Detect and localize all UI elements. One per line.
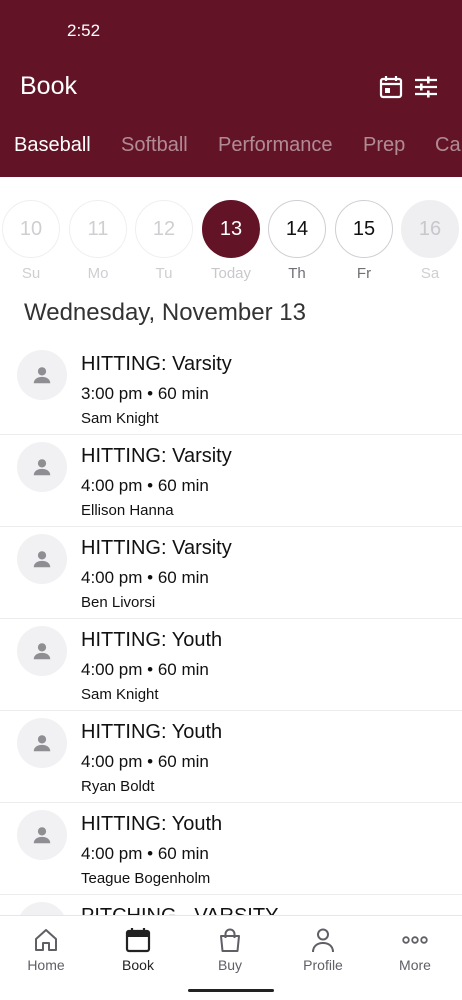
- list-item[interactable]: HITTING: Varsity 4:00 pm • 60 min Elliso…: [0, 435, 462, 527]
- avatar: [17, 718, 67, 768]
- day-label: Su: [21, 265, 41, 282]
- person-icon: [33, 643, 51, 660]
- session-time: 3:00 pm • 60 min: [81, 384, 209, 403]
- nav-profile[interactable]: Profile: [277, 926, 369, 973]
- session-coach: Ryan Boldt: [81, 778, 155, 795]
- day-number: 14: [268, 200, 326, 258]
- list-item[interactable]: HITTING: Youth 4:00 pm • 60 min Teague B…: [0, 803, 462, 895]
- nav-home[interactable]: Home: [0, 926, 92, 973]
- session-time: 4:00 pm • 60 min: [81, 844, 209, 863]
- session-time: 4:00 pm • 60 min: [81, 660, 209, 679]
- avatar: [17, 902, 67, 915]
- day-number: 13: [202, 200, 260, 258]
- calendar-icon: [125, 928, 151, 953]
- person-icon: [33, 367, 51, 384]
- tab-baseball[interactable]: Baseball: [14, 134, 91, 157]
- session-coach: Sam Knight: [81, 686, 159, 703]
- session-time: 4:00 pm • 60 min: [81, 568, 209, 587]
- nav-label: Home: [27, 957, 65, 973]
- day-label: Today: [210, 265, 252, 282]
- session-name: HITTING: Youth: [81, 629, 223, 651]
- list-item[interactable]: PITCHING - VARSITY: [0, 895, 462, 915]
- day-monday: 11 Mo: [68, 200, 128, 282]
- tab-prep[interactable]: Prep: [363, 134, 405, 157]
- day-number: 15: [335, 200, 393, 258]
- list-item[interactable]: HITTING: Varsity 4:00 pm • 60 min Ben Li…: [0, 527, 462, 619]
- list-item[interactable]: HITTING: Varsity 3:00 pm • 60 min Sam Kn…: [0, 343, 462, 435]
- avatar: [17, 442, 67, 492]
- list-item[interactable]: HITTING: Youth 4:00 pm • 60 min Sam Knig…: [0, 619, 462, 711]
- day-label: Tu: [155, 265, 173, 282]
- day-picker: 10 Su 11 Mo 12 Tu 13 Today 14 Th 15 Fr 1…: [0, 200, 462, 286]
- session-name: HITTING: Youth: [81, 721, 223, 743]
- nav-more[interactable]: More: [369, 926, 461, 973]
- person-icon: [33, 827, 51, 844]
- app-header: 2:52 Book Baseball Softball Performance …: [0, 0, 462, 177]
- day-today[interactable]: 13 Today: [201, 200, 261, 282]
- nav-label: Buy: [217, 957, 243, 973]
- session-coach: Teague Bogenholm: [81, 870, 211, 887]
- sport-tabs: Baseball Softball Performance Prep Ca: [0, 134, 462, 164]
- nav-label: Profile: [303, 957, 343, 973]
- list-item[interactable]: HITTING: Youth 4:00 pm • 60 min Ryan Bol…: [0, 711, 462, 803]
- day-label: Fr: [356, 265, 372, 282]
- avatar: [17, 626, 67, 676]
- selected-date-heading: Wednesday, November 13: [24, 299, 306, 326]
- page-title: Book: [20, 72, 77, 100]
- session-coach: Ellison Hanna: [81, 502, 174, 519]
- avatar: [17, 810, 67, 860]
- home-indicator: [188, 989, 274, 992]
- day-thursday[interactable]: 14 Th: [267, 200, 327, 282]
- tab-performance[interactable]: Performance: [218, 134, 333, 157]
- session-name: PITCHING - VARSITY: [81, 905, 278, 915]
- person-icon: [33, 551, 51, 568]
- day-label: Sa: [420, 265, 440, 282]
- home-icon: [35, 929, 57, 951]
- session-name: HITTING: Varsity: [81, 353, 232, 375]
- day-friday[interactable]: 15 Fr: [334, 200, 394, 282]
- day-number: 11: [69, 200, 127, 258]
- calendar-icon[interactable]: [378, 74, 404, 100]
- day-number: 12: [135, 200, 193, 258]
- day-label: Mo: [87, 265, 109, 282]
- nav-label: Book: [122, 957, 154, 973]
- bottom-nav: Home Book Buy Profile More: [0, 915, 462, 1000]
- person-icon: [33, 459, 51, 476]
- shopping-bag-icon: [220, 928, 240, 952]
- day-sunday: 10 Su: [1, 200, 61, 282]
- tab-partial[interactable]: Ca: [435, 134, 461, 157]
- avatar: [17, 350, 67, 400]
- nav-label: More: [399, 957, 431, 973]
- day-tuesday: 12 Tu: [134, 200, 194, 282]
- person-icon: [33, 735, 51, 752]
- day-number: 10: [2, 200, 60, 258]
- day-label: Th: [288, 265, 306, 282]
- session-name: HITTING: Youth: [81, 813, 223, 835]
- day-number: 16: [401, 200, 459, 258]
- nav-book[interactable]: Book: [92, 926, 184, 973]
- session-list: HITTING: Varsity 3:00 pm • 60 min Sam Kn…: [0, 343, 462, 915]
- session-name: HITTING: Varsity: [81, 537, 232, 559]
- session-coach: Ben Livorsi: [81, 594, 156, 611]
- session-time: 4:00 pm • 60 min: [81, 752, 209, 771]
- person-icon: [312, 928, 334, 953]
- session-coach: Sam Knight: [81, 410, 159, 427]
- more-icon: [402, 936, 428, 944]
- avatar: [17, 534, 67, 584]
- tab-softball[interactable]: Softball: [121, 134, 188, 157]
- filter-icon[interactable]: [413, 74, 439, 100]
- nav-buy[interactable]: Buy: [184, 926, 276, 973]
- session-name: HITTING: Varsity: [81, 445, 232, 467]
- status-time: 2:52: [67, 21, 101, 40]
- session-time: 4:00 pm • 60 min: [81, 476, 209, 495]
- day-saturday: 16 Sa: [400, 200, 460, 282]
